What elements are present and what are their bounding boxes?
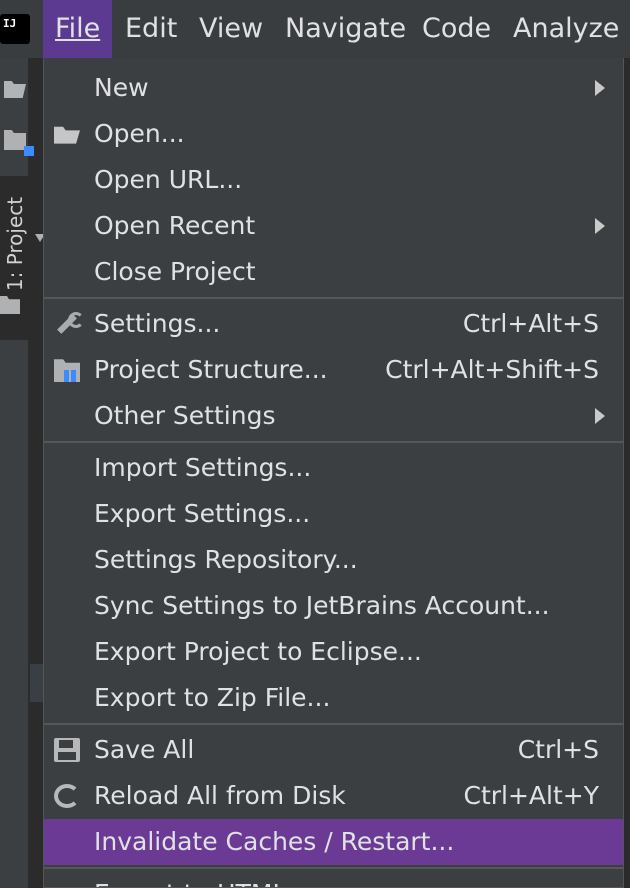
menu-navigate[interactable]: Navigate bbox=[273, 0, 418, 58]
menu-item-shortcut: Ctrl+Alt+Y bbox=[463, 781, 600, 810]
project-folder-icon[interactable] bbox=[4, 130, 26, 150]
wrench-icon bbox=[54, 312, 84, 336]
menu-item-label: Export Settings... bbox=[94, 499, 311, 528]
menu-item-sync-settings[interactable]: Sync Settings to JetBrains Account... bbox=[44, 583, 623, 629]
menu-item-label: Project Structure... bbox=[94, 355, 328, 384]
menu-item-save-all[interactable]: Save All Ctrl+S bbox=[44, 727, 623, 773]
main-menu-bar: IJ File Edit View Navigate Code Analyze bbox=[0, 0, 630, 58]
menu-analyze-label: Analyze bbox=[513, 13, 620, 44]
menu-item-reload-all[interactable]: Reload All from Disk Ctrl+Alt+Y bbox=[44, 773, 623, 819]
menu-item-label: Export to HTML... bbox=[94, 871, 310, 887]
menu-separator bbox=[44, 441, 623, 443]
menu-item-label: Open URL... bbox=[94, 165, 243, 194]
menu-file[interactable]: File bbox=[43, 0, 113, 58]
menu-item-other-settings[interactable]: Other Settings bbox=[44, 393, 623, 439]
menu-edit[interactable]: Edit bbox=[113, 0, 189, 58]
menu-item-label: Export Project to Eclipse... bbox=[94, 637, 422, 666]
menu-item-project-structure[interactable]: Project Structure... Ctrl+Alt+Shift+S bbox=[44, 347, 623, 393]
menu-item-open[interactable]: Open... bbox=[44, 111, 623, 157]
menu-analyze[interactable]: Analyze bbox=[501, 0, 630, 58]
project-tool-tab-label[interactable]: 1: Project bbox=[1, 179, 29, 309]
menu-item-shortcut: Ctrl+Alt+S bbox=[462, 309, 599, 338]
menu-code-label: Code bbox=[422, 13, 492, 44]
menu-item-invalidate-caches[interactable]: Invalidate Caches / Restart... bbox=[44, 819, 623, 865]
menu-separator bbox=[44, 723, 623, 725]
menu-item-label: Save All bbox=[94, 735, 195, 764]
menu-item-label: Settings... bbox=[94, 309, 221, 338]
menu-separator bbox=[44, 867, 623, 869]
menu-item-label: Reload All from Disk bbox=[94, 781, 346, 810]
menu-item-label: Export to Zip File... bbox=[94, 683, 331, 712]
menu-item-label: Open... bbox=[94, 119, 185, 148]
open-folder-icon[interactable] bbox=[4, 81, 26, 98]
menu-view[interactable]: View bbox=[187, 0, 275, 58]
menu-item-label: Other Settings bbox=[94, 401, 276, 430]
menu-item-label: Close Project bbox=[94, 257, 256, 286]
menu-item-settings[interactable]: Settings... Ctrl+Alt+S bbox=[44, 301, 623, 347]
submenu-arrow-icon bbox=[595, 218, 605, 234]
menu-item-label: Sync Settings to JetBrains Account... bbox=[94, 591, 550, 620]
menu-item-export-settings[interactable]: Export Settings... bbox=[44, 491, 623, 537]
submenu-arrow-icon bbox=[595, 408, 605, 424]
menu-item-settings-repository[interactable]: Settings Repository... bbox=[44, 537, 623, 583]
project-structure-badge-icon bbox=[64, 370, 76, 382]
logo-text: IJ bbox=[3, 17, 17, 30]
reload-icon bbox=[54, 784, 80, 808]
save-icon bbox=[54, 738, 80, 762]
menu-item-open-url[interactable]: Open URL... bbox=[44, 157, 623, 203]
submenu-arrow-icon bbox=[595, 80, 605, 96]
menu-item-label: Settings Repository... bbox=[94, 545, 358, 574]
menu-item-export-zip[interactable]: Export to Zip File... bbox=[44, 675, 623, 721]
menu-file-label: File bbox=[55, 13, 101, 44]
menu-item-new[interactable]: New bbox=[44, 65, 623, 111]
file-menu-dropdown: New Open... Open URL... Open Recent Clos… bbox=[43, 58, 624, 888]
menu-item-open-recent[interactable]: Open Recent bbox=[44, 203, 623, 249]
menu-edit-label: Edit bbox=[125, 13, 178, 44]
menu-item-label: Open Recent bbox=[94, 211, 256, 240]
intellij-logo-icon: IJ bbox=[0, 10, 34, 48]
menu-navigate-label: Navigate bbox=[285, 13, 407, 44]
menu-item-label: Invalidate Caches / Restart... bbox=[94, 827, 455, 856]
folder-open-icon bbox=[54, 126, 80, 144]
menu-item-import-settings[interactable]: Import Settings... bbox=[44, 445, 623, 491]
menu-item-export-html[interactable]: Export to HTML... bbox=[44, 871, 623, 887]
menu-item-shortcut: Ctrl+S bbox=[517, 735, 599, 764]
menu-item-export-eclipse[interactable]: Export Project to Eclipse... bbox=[44, 629, 623, 675]
project-folder-badge-icon bbox=[24, 146, 34, 156]
menu-item-label: New bbox=[94, 73, 149, 102]
menu-item-shortcut: Ctrl+Alt+Shift+S bbox=[385, 355, 599, 384]
menu-item-close-project[interactable]: Close Project bbox=[44, 249, 623, 295]
menu-item-label: Import Settings... bbox=[94, 453, 312, 482]
menu-separator bbox=[44, 297, 623, 299]
menu-view-label: View bbox=[199, 13, 264, 44]
menu-code[interactable]: Code bbox=[410, 0, 503, 58]
